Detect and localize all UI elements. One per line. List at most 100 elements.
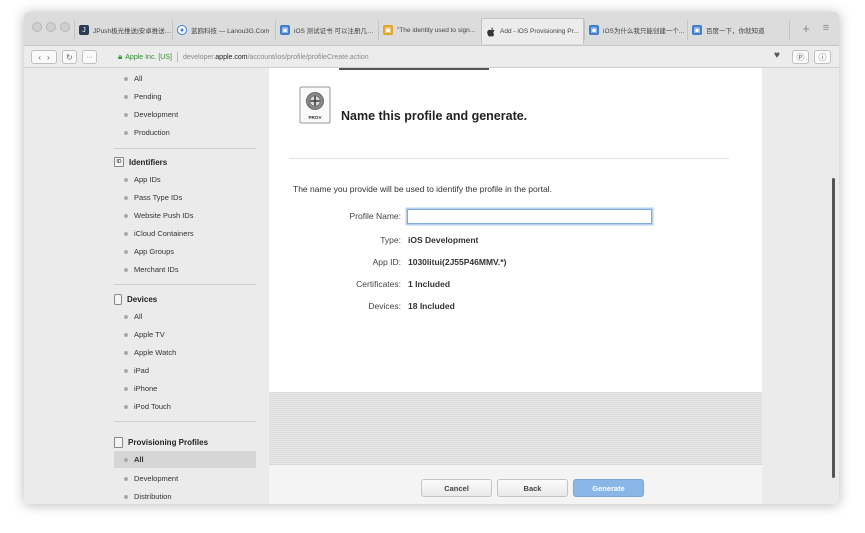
scrollbar-thumb[interactable] bbox=[832, 178, 835, 478]
sidebar-item-label: Pass Type IDs bbox=[134, 193, 183, 202]
back-button[interactable]: Back bbox=[497, 479, 568, 497]
bullet-icon bbox=[124, 332, 128, 337]
jpush-favicon-icon: J bbox=[79, 25, 89, 35]
new-tab-button[interactable]: + bbox=[799, 20, 813, 36]
url-host: apple.com bbox=[215, 53, 248, 61]
sidebar-item-label: iPad bbox=[134, 366, 150, 375]
sidebar-item-label: Pending bbox=[134, 92, 162, 101]
sidebar-item-app-groups[interactable]: App Groups bbox=[114, 243, 256, 260]
cancel-button[interactable]: Cancel bbox=[421, 479, 492, 497]
sidebar-item-production[interactable]: Production bbox=[114, 124, 256, 141]
url-path: /account/ios/profile/profileCreate.actio… bbox=[247, 53, 369, 61]
tab-title: "The identity used to sign... bbox=[397, 26, 476, 34]
sidebar-item-merchant-ids[interactable]: Merchant IDs bbox=[114, 261, 256, 278]
generate-button[interactable]: Generate bbox=[573, 479, 644, 497]
top-rule bbox=[339, 68, 489, 70]
forward-icon[interactable]: › bbox=[47, 53, 50, 62]
sidebar-item-label: Merchant IDs bbox=[134, 265, 179, 274]
sidebar-item-pending[interactable]: Pending bbox=[114, 88, 256, 105]
apple-favicon-icon bbox=[486, 27, 496, 37]
certificates-value: 1 Included bbox=[408, 279, 451, 289]
heart-icon[interactable]: ♥ bbox=[774, 50, 780, 61]
tab-identity[interactable]: ▣ "The identity used to sign... bbox=[378, 20, 481, 40]
bullet-icon bbox=[124, 130, 128, 135]
sidebar-item-website-push-ids[interactable]: Website Push IDs bbox=[114, 207, 256, 224]
url-separator bbox=[176, 52, 178, 62]
page-content: All Pending Development Production ID Id… bbox=[24, 68, 839, 504]
type-value: iOS Development bbox=[408, 235, 479, 245]
tab-title: Add - iOS Provisioning Pr... bbox=[500, 28, 579, 35]
tab-ios-cert[interactable]: ▣ iOS 测试证书 可以注册几个... bbox=[275, 20, 378, 40]
sidebar-item-profiles-all[interactable]: All bbox=[114, 451, 256, 468]
sidebar-item-icloud-containers[interactable]: iCloud Containers bbox=[114, 225, 256, 242]
back-icon[interactable]: ‹ bbox=[38, 53, 41, 62]
scrollbar[interactable] bbox=[828, 68, 839, 504]
id-icon: ID bbox=[114, 157, 124, 167]
sidebar-heading-devices[interactable]: Devices bbox=[114, 291, 256, 307]
sidebar-heading-identifiers[interactable]: ID Identifiers bbox=[114, 154, 256, 170]
divider bbox=[289, 158, 729, 159]
grid-icon: ⋯ bbox=[86, 54, 93, 61]
profile-name-input[interactable] bbox=[407, 209, 652, 224]
bullet-icon bbox=[124, 267, 128, 272]
stackoverflow-favicon-icon: ▣ bbox=[383, 25, 393, 35]
tab-lanou[interactable]: ● 蓝鸥科技 — Lanou3G.Com bbox=[172, 20, 275, 40]
sidebar-item-pass-type-ids[interactable]: Pass Type IDs bbox=[114, 189, 256, 206]
intro-text: The name you provide will be used to ide… bbox=[293, 184, 552, 194]
tab-baidu[interactable]: ▣ 百度一下，你就知道 bbox=[687, 20, 790, 40]
devices-label: Devices: bbox=[368, 301, 401, 311]
sidebar-item-label: Production bbox=[134, 128, 170, 137]
sidebar-item-label: Distribution bbox=[134, 492, 172, 501]
address-bar[interactable]: 🔒︎ Apple Inc. [US] developer. apple.com … bbox=[118, 49, 369, 65]
close-window-button[interactable] bbox=[32, 22, 42, 32]
reload-icon: ↻ bbox=[66, 52, 73, 62]
sidebar-item-label: App Groups bbox=[134, 247, 175, 256]
sidebar-item-certificates-all[interactable]: All bbox=[114, 70, 256, 87]
url-prefix: developer. bbox=[182, 53, 216, 61]
sidebar-item-profiles-distribution[interactable]: Distribution bbox=[114, 488, 256, 504]
sidebar-item-profiles-development[interactable]: Development bbox=[114, 470, 256, 487]
back-forward-buttons[interactable]: ‹ › bbox=[31, 50, 57, 64]
reader-button[interactable]: ⓘ bbox=[814, 50, 831, 64]
sidebar-heading-label: Provisioning Profiles bbox=[128, 437, 209, 447]
device-icon bbox=[114, 293, 122, 305]
sidebar-item-apple-tv[interactable]: Apple TV bbox=[114, 326, 256, 343]
prov-icon-label: PROV bbox=[308, 115, 322, 120]
certificates-label: Certificates: bbox=[356, 279, 401, 289]
tab-title: iOS 测试证书 可以注册几个... bbox=[294, 28, 378, 35]
sidebar-divider bbox=[114, 284, 256, 285]
zoom-window-button[interactable] bbox=[60, 22, 70, 32]
bullet-icon bbox=[124, 76, 128, 81]
bullet-icon bbox=[124, 249, 128, 254]
sidebar-item-app-ids[interactable]: App IDs bbox=[114, 171, 256, 188]
sidebar-item-ipod-touch[interactable]: iPod Touch bbox=[114, 398, 256, 415]
tab-overview-button[interactable]: ≡ bbox=[819, 20, 833, 36]
sidebar-item-iphone[interactable]: iPhone bbox=[114, 380, 256, 397]
bullet-icon bbox=[124, 195, 128, 200]
sidebar-item-label: All bbox=[134, 74, 143, 83]
certificate-org: Apple Inc. [US] bbox=[125, 53, 172, 61]
tab-title: 蓝鸥科技 — Lanou3G.Com bbox=[191, 28, 270, 35]
tab-jpush[interactable]: J JPush极光推送|安卓推送|i... bbox=[74, 20, 172, 40]
form-footer: Cancel Back Generate bbox=[269, 392, 762, 504]
top-sites-button[interactable]: ⋯ bbox=[82, 50, 97, 64]
tab-add-provisioning[interactable]: Add - iOS Provisioning Pr... bbox=[481, 18, 584, 44]
type-label: Type: bbox=[380, 235, 401, 245]
reload-button[interactable]: ↻ bbox=[62, 50, 77, 64]
sidebar-heading-provisioning-profiles[interactable]: Provisioning Profiles bbox=[114, 434, 256, 450]
bullet-icon bbox=[124, 457, 128, 462]
minimize-window-button[interactable] bbox=[46, 22, 56, 32]
tab-title: JPush极光推送|安卓推送|i... bbox=[93, 28, 172, 35]
sidebar-item-ipad[interactable]: iPad bbox=[114, 362, 256, 379]
sidebar-item-label: Development bbox=[134, 474, 179, 483]
sidebar-item-devices-all[interactable]: All bbox=[114, 308, 256, 325]
sidebar-item-label: Website Push IDs bbox=[134, 211, 194, 220]
sidebar-item-apple-watch[interactable]: Apple Watch bbox=[114, 344, 256, 361]
sidebar-item-certificates-development[interactable]: Development bbox=[114, 106, 256, 123]
bullet-icon bbox=[124, 94, 128, 99]
extension-button[interactable]: Ⓟ bbox=[792, 50, 809, 64]
sidebar-item-label: iPod Touch bbox=[134, 402, 171, 411]
extension-icon: Ⓟ bbox=[796, 52, 805, 62]
tab-ios-why[interactable]: ▣ iOS为什么我只能创建一个... bbox=[584, 20, 687, 40]
lanou-favicon-icon: ● bbox=[177, 25, 187, 35]
